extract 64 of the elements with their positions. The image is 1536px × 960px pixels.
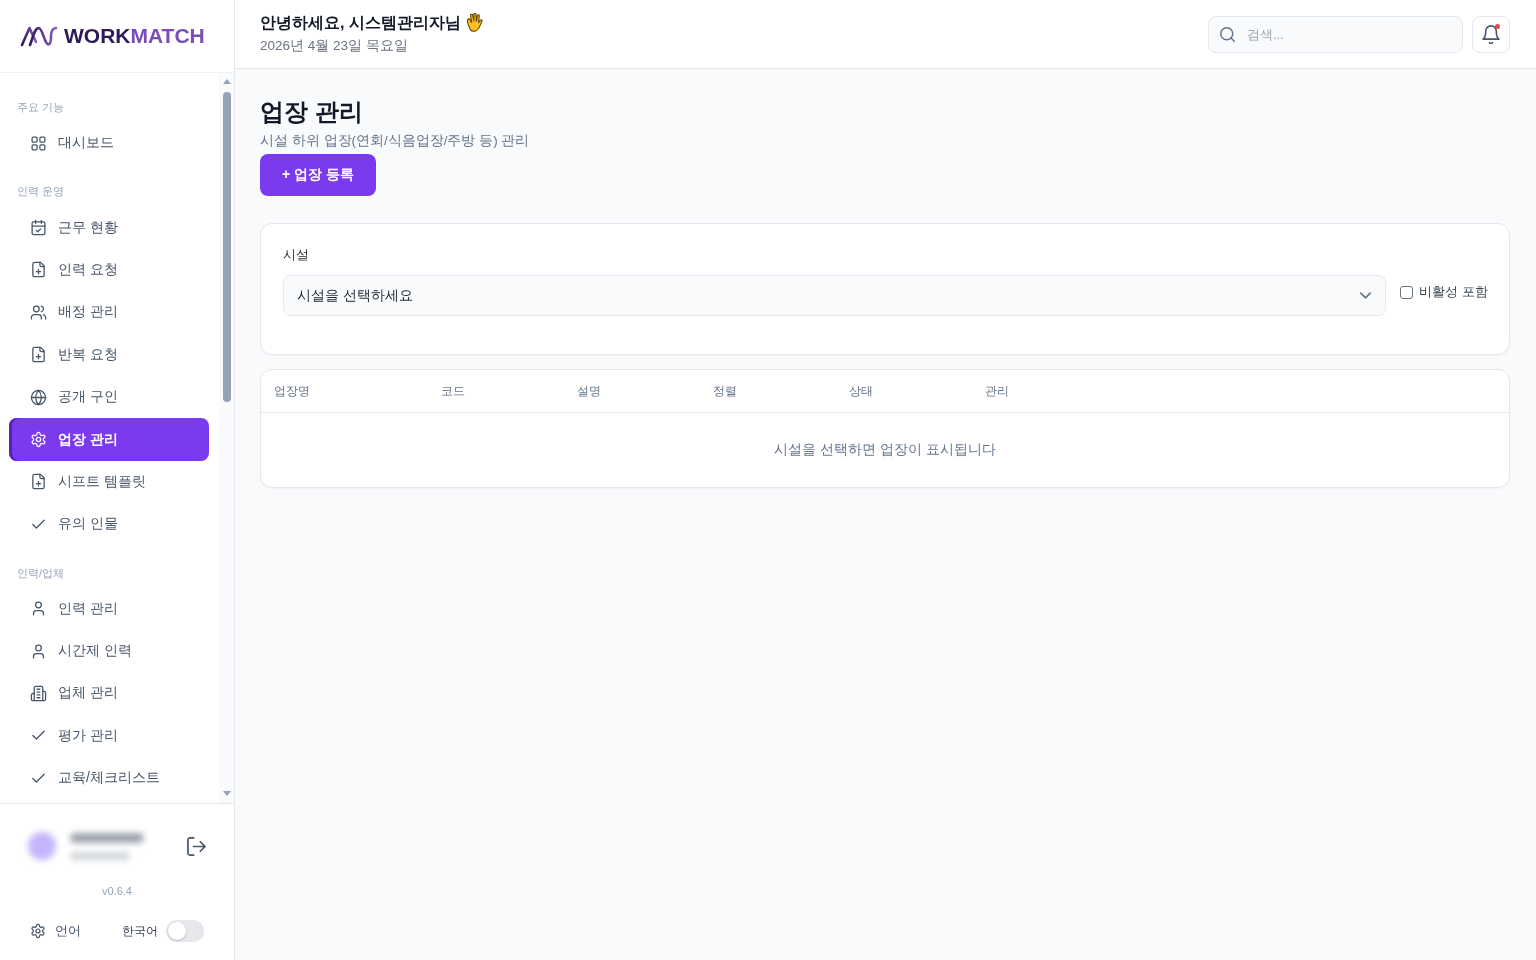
- language-value: 한국어: [122, 922, 158, 940]
- settings-icon: [30, 923, 46, 939]
- nav-item[interactable]: 시프트 템플릿: [9, 460, 209, 504]
- settings-icon: [30, 431, 47, 449]
- chevron-down-icon: [1360, 292, 1372, 299]
- column-header: 업장명: [274, 382, 310, 400]
- empty-message: 시설을 선택하면 업장이 표시됩니다: [774, 441, 996, 459]
- notification-button[interactable]: [1472, 15, 1510, 53]
- globe-icon: [30, 388, 47, 406]
- column-header: 설명: [577, 382, 601, 400]
- page-subtitle: 시설 하위 업장(연회/식음업장/주방 등) 관리: [260, 132, 531, 150]
- building-icon: [30, 685, 47, 702]
- logout-icon[interactable]: [187, 836, 206, 856]
- logo-mark-icon: [20, 25, 58, 47]
- bell-icon: [1482, 24, 1500, 44]
- language-label: 언어: [55, 922, 81, 940]
- column-header: 관리: [985, 382, 1009, 400]
- users-icon: [30, 303, 47, 321]
- scrollbar-thumb[interactable]: [222, 92, 231, 402]
- search-field[interactable]: 검색...: [1208, 15, 1463, 53]
- column-header: 상태: [849, 382, 873, 400]
- file-plus-icon: [30, 261, 47, 279]
- waving-hand-icon: [466, 13, 483, 33]
- scroll-down-arrow-icon[interactable]: [222, 791, 231, 796]
- user-icon: [30, 642, 47, 660]
- blurred-role-bar: [70, 851, 130, 860]
- checkbox[interactable]: [1400, 285, 1414, 299]
- avatar-circle: [28, 832, 56, 860]
- language-toggle[interactable]: [166, 920, 204, 942]
- nav-item[interactable]: 반복 요청: [9, 333, 209, 376]
- date-text: 2026년 4월 23일 목요일: [260, 37, 409, 55]
- facility-select[interactable]: 시설을 선택하세요: [283, 275, 1387, 316]
- scroll-up-arrow-icon[interactable]: [222, 79, 231, 84]
- nav-item[interactable]: 평가 관리: [9, 714, 209, 758]
- page-title: 업장 관리: [260, 97, 364, 127]
- nav-item[interactable]: 대시보드: [9, 122, 209, 165]
- nav-item[interactable]: 인력 요청: [9, 248, 209, 292]
- grid-icon: [30, 134, 47, 152]
- add-venue-button[interactable]: + 업장 등록: [260, 154, 376, 196]
- nav-item[interactable]: 업체 관리: [9, 672, 209, 715]
- section-label: 인력 운영: [16, 184, 66, 200]
- nav-item[interactable]: 공개 구인: [9, 375, 209, 419]
- column-header: 정렬: [713, 382, 737, 400]
- nav-item[interactable]: 교육/체크리스트: [9, 757, 209, 800]
- scrollbar[interactable]: [219, 73, 234, 803]
- nav-item[interactable]: 근무 현황: [9, 206, 209, 249]
- file-plus-icon: [30, 473, 47, 491]
- search-icon: [1220, 26, 1235, 42]
- column-header: 코드: [441, 382, 465, 400]
- checkbox-label[interactable]: 비활성 포함: [1419, 283, 1488, 301]
- calendar-check-icon: [30, 219, 47, 237]
- field-label: 시설: [283, 246, 310, 264]
- nav-item[interactable]: 시간제 인력: [9, 629, 209, 673]
- greeting-text: 안녕하세요, 시스템관리자님: [260, 13, 461, 33]
- nav-item[interactable]: 업장 관리: [9, 418, 209, 461]
- nav-item[interactable]: 유의 인물: [9, 503, 209, 546]
- file-plus-icon: [30, 346, 47, 364]
- user-icon: [30, 600, 47, 618]
- logo-text: WORKMATCH: [64, 24, 205, 48]
- section-label: 주요 기능: [16, 100, 66, 115]
- version-text: v0.6.4: [101, 884, 133, 899]
- nav-item[interactable]: 배정 관리: [9, 291, 209, 334]
- section-label: 인력/업체: [16, 565, 66, 581]
- nav-item[interactable]: 인력 관리: [9, 587, 209, 630]
